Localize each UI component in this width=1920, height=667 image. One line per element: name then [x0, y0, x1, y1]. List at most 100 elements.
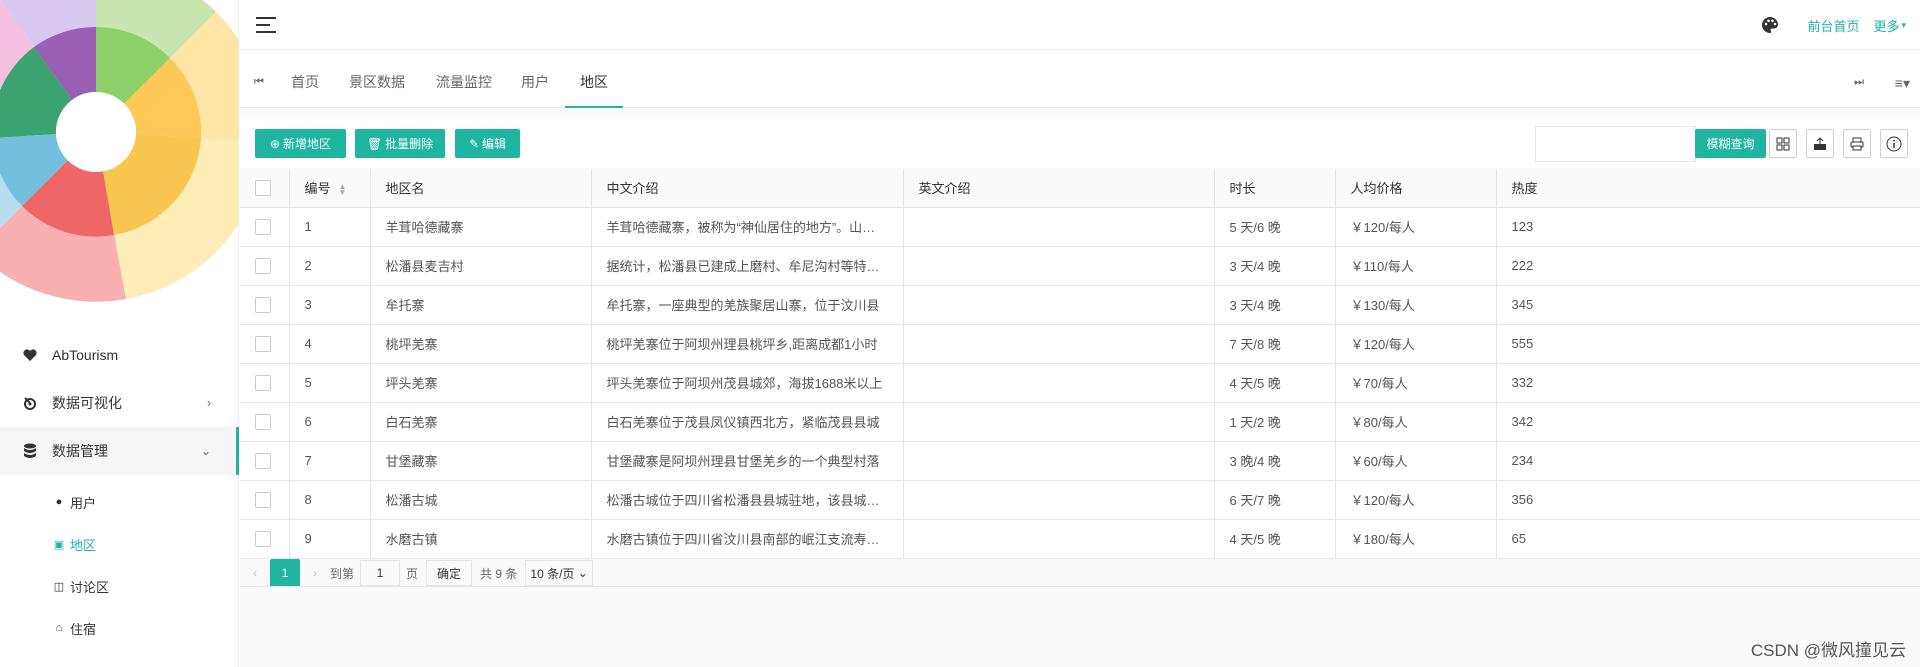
cell-en-intro — [903, 480, 1215, 520]
table-row[interactable]: 4 桃坪羌寨 桃坪羌寨位于阿坝州理县桃坪乡,距离成都1小时 7 天/8 晚 ￥120/每… — [240, 324, 1920, 364]
cell-id: 8 — [289, 480, 371, 520]
row-checkbox-cell — [240, 285, 290, 325]
cell-name: 水磨古镇 — [370, 519, 592, 559]
page-size-select[interactable]: 10 条/页 ⌄ — [525, 560, 593, 586]
row-checkbox[interactable] — [255, 530, 271, 547]
cell-en-intro — [903, 402, 1215, 442]
row-checkbox[interactable] — [255, 491, 271, 508]
sidebar-subitem-label: 地区 — [70, 537, 97, 553]
search-input[interactable] — [1535, 126, 1696, 162]
sidebar-subitem-region[interactable]: ▣ 地区 — [0, 523, 239, 565]
cell-popularity: 123 — [1496, 207, 1920, 247]
pagination: ‹ 1 › 到第 1 页 确定 共 9 条 10 条/页 ⌄ — [240, 559, 1920, 587]
table-row[interactable]: 8 松潘古城 松潘古城位于四川省松潘县县城驻地，该县城历史悠久 6 天/7 晚 ￥120… — [240, 480, 1920, 520]
tab-users[interactable]: 用户 — [506, 60, 564, 108]
cell-name: 桃坪羌寨 — [370, 324, 592, 364]
cell-name: 白石羌寨 — [370, 402, 592, 442]
cell-duration: 3 天/4 晚 — [1214, 285, 1336, 325]
table-toolbar: ⊕ 新增地区 🗑 批量删除 ✎ 编辑 模糊查询 — [240, 118, 1920, 168]
info-icon[interactable] — [1880, 129, 1908, 158]
table-row[interactable]: 5 坪头羌寨 坪头羌寨位于阿坝州茂县城郊，海拔1688米以上 4 天/5 晚 ￥70/每… — [240, 363, 1920, 403]
export-icon[interactable] — [1806, 129, 1834, 158]
cell-id: 4 — [289, 324, 371, 364]
current-page[interactable]: 1 — [270, 559, 300, 587]
row-checkbox[interactable] — [255, 296, 271, 313]
row-checkbox-cell — [240, 519, 290, 559]
table-header-row: 编号 ▲ ▼ 地区名 中文介绍 英文介绍 时长 人均价格 热度 — [240, 169, 1920, 208]
watermark: CSDN @微风撞见云 — [1750, 641, 1906, 660]
column-header-price: 人均价格 — [1335, 169, 1497, 208]
discussion-icon: ◫ — [53, 580, 65, 593]
next-page-icon[interactable]: › — [300, 566, 330, 580]
cell-name: 牟托寨 — [370, 285, 592, 325]
table-row[interactable]: 7 甘堡藏寨 甘堡藏寨是阿坝州理县甘堡羌乡的一个典型村落 3 晚/4 晚 ￥60/每人 2… — [240, 441, 1920, 481]
row-checkbox[interactable] — [255, 218, 271, 235]
row-checkbox[interactable] — [255, 413, 271, 430]
cell-cn-intro: 白石羌寨位于茂县凤仪镇西北方，紧临茂县县城 — [591, 402, 904, 442]
sidebar-subitem-lodging[interactable]: ⌂ 住宿 — [0, 607, 239, 649]
row-checkbox[interactable] — [255, 257, 271, 274]
cell-price: ￥130/每人 — [1335, 285, 1497, 325]
cell-name: 甘堡藏寨 — [370, 441, 592, 481]
heart-icon — [20, 345, 40, 365]
cell-duration: 1 天/2 晚 — [1214, 402, 1336, 442]
cell-en-intro — [903, 207, 1215, 247]
palette-icon[interactable] — [1761, 16, 1779, 34]
cell-name: 羊茸哈德藏寨 — [370, 207, 592, 247]
sidebar-submenu: ● 用户 ▣ 地区 ◫ 讨论区 ⌂ 住宿 — [0, 475, 239, 649]
menu-toggle-icon[interactable] — [256, 17, 276, 33]
sidebar-nav: AbTourism 数据可视化 › 数据管理 ⌄ ● 用户 ▣ 地区 ◫ 讨论区… — [0, 331, 239, 649]
sidebar-item-abtourism[interactable]: AbTourism — [0, 331, 239, 379]
cell-price: ￥120/每人 — [1335, 207, 1497, 247]
cell-name: 松潘县麦吉村 — [370, 246, 592, 286]
tab-scenic-data[interactable]: 景区数据 — [334, 60, 420, 108]
fuzzy-search-button[interactable]: 模糊查询 — [1695, 129, 1766, 158]
caret-down-icon[interactable]: ▾ — [1901, 20, 1906, 31]
tab-home[interactable]: 首页 — [276, 60, 334, 108]
cell-popularity: 222 — [1496, 246, 1920, 286]
table-row[interactable]: 9 水磨古镇 水磨古镇位于四川省汶川县南部的岷江支流寿溪河畔 4 天/5 晚 ￥180/… — [240, 519, 1920, 559]
cell-price: ￥60/每人 — [1335, 441, 1497, 481]
cell-duration: 4 天/5 晚 — [1214, 519, 1336, 559]
table-row[interactable]: 6 白石羌寨 白石羌寨位于茂县凤仪镇西北方，紧临茂县县城 1 天/2 晚 ￥80/每人 3… — [240, 402, 1920, 442]
cell-duration: 6 天/7 晚 — [1214, 480, 1336, 520]
cell-popularity: 345 — [1496, 285, 1920, 325]
select-all-checkbox[interactable] — [255, 180, 271, 197]
columns-icon[interactable] — [1769, 129, 1797, 158]
table-row[interactable]: 1 羊茸哈德藏寨 羊茸哈德藏寨，被称为“神仙居住的地方”。山上森林茂密 5 天/6 晚… — [240, 207, 1920, 247]
row-checkbox-cell — [240, 480, 290, 520]
table-row[interactable]: 3 牟托寨 牟托寨，一座典型的羌族聚居山寨，位于汶川县 3 天/4 晚 ￥130/每人 3… — [240, 285, 1920, 325]
tab-menu-icon[interactable]: ≡▾ — [1895, 75, 1910, 92]
cell-en-intro — [903, 324, 1215, 364]
frontpage-link[interactable]: 前台首页 — [1807, 16, 1859, 35]
tab-scroll-left-icon[interactable]: ⏮ — [254, 76, 264, 89]
row-checkbox[interactable] — [255, 335, 271, 352]
cell-en-intro — [903, 246, 1215, 286]
sidebar-item-visualization[interactable]: 数据可视化 › — [0, 379, 239, 427]
sidebar-item-data-management[interactable]: 数据管理 ⌄ — [0, 427, 239, 475]
batch-delete-button[interactable]: 🗑 批量删除 — [355, 129, 445, 158]
row-checkbox[interactable] — [255, 374, 271, 391]
more-menu[interactable]: 更多 — [1873, 16, 1899, 35]
sidebar-subitem-user[interactable]: ● 用户 — [0, 481, 239, 523]
goto-page-input[interactable]: 1 — [360, 560, 401, 586]
print-icon[interactable] — [1843, 129, 1871, 158]
sidebar-subitem-discussion[interactable]: ◫ 讨论区 — [0, 565, 239, 607]
tab-region[interactable]: 地区 — [565, 60, 623, 108]
user-icon: ● — [55, 496, 63, 508]
goto-confirm-button[interactable]: 确定 — [426, 560, 473, 586]
table-row[interactable]: 2 松潘县麦吉村 据统计，松潘县已建成上磨村、牟尼沟村等特色村寨 3 天/4 晚 ￥11… — [240, 246, 1920, 286]
cell-cn-intro: 羊茸哈德藏寨，被称为“神仙居住的地方”。山上森林茂密 — [591, 207, 904, 247]
row-checkbox[interactable] — [255, 452, 271, 469]
tab-scroll-right-icon[interactable]: ⏭ — [1854, 76, 1864, 89]
add-region-button[interactable]: ⊕ 新增地区 — [255, 129, 346, 158]
sidebar-subitem-label: 用户 — [70, 495, 97, 511]
column-header-duration: 时长 — [1214, 169, 1336, 208]
edit-button[interactable]: ✎ 编辑 — [455, 129, 520, 158]
column-header-id[interactable]: 编号 ▲ ▼ — [289, 169, 371, 208]
cell-name: 坪头羌寨 — [370, 363, 592, 403]
cell-duration: 3 天/4 晚 — [1214, 246, 1336, 286]
tab-traffic-monitor[interactable]: 流量监控 — [421, 60, 507, 108]
sort-icon[interactable]: ▲ ▼ — [339, 182, 347, 196]
prev-page-icon[interactable]: ‹ — [240, 566, 270, 580]
